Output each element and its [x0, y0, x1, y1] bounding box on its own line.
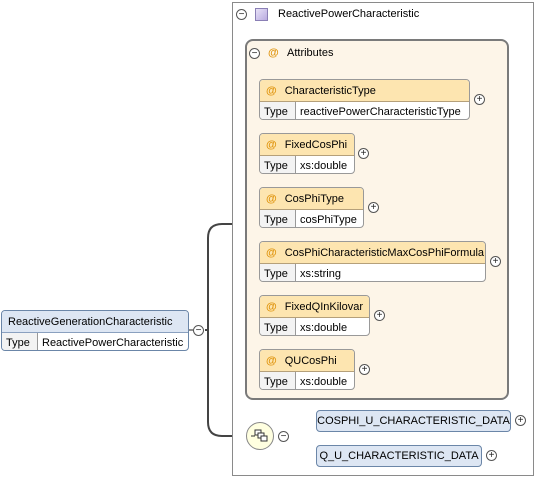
plus-icon: + [370, 202, 377, 213]
minus-icon: − [280, 431, 287, 442]
attribute-type-label: Type [260, 102, 296, 119]
child-expand-toggle[interactable]: + [515, 415, 526, 426]
attributes-collapse-toggle[interactable]: − [249, 48, 260, 59]
attribute-at-icon: @ [266, 300, 277, 313]
attribute-expand-toggle[interactable]: + [374, 310, 385, 321]
attributes-at-icon: @ [268, 47, 279, 59]
attribute-type-row: Type xs:string [260, 264, 485, 281]
root-element-type-row: Type ReactivePowerCharacteristic [2, 333, 188, 350]
attribute-at-icon: @ [266, 246, 277, 259]
plus-icon: + [517, 415, 524, 426]
plus-icon: + [488, 450, 495, 461]
attribute-at-icon: @ [266, 192, 277, 205]
attribute-type-value: xs:double [300, 159, 348, 172]
complex-type-icon [255, 8, 268, 21]
attribute-name: CharacteristicType [284, 84, 376, 97]
attribute-box[interactable]: @ CosPhiCharacteristicMaxCosPhiFormula Ty… [259, 241, 486, 282]
attribute-type-label: Type [260, 264, 296, 281]
attribute-type-value: reactivePowerCharacteristicType [300, 105, 461, 118]
child-expand-toggle[interactable]: + [486, 450, 497, 461]
sequence-icon [251, 429, 268, 442]
plus-icon: + [361, 364, 368, 375]
attribute-header: @ CharacteristicType [260, 80, 469, 102]
attribute-header: @ FixedCosPhi [260, 134, 354, 156]
attribute-box[interactable]: @ FixedCosPhi Type xs:double [259, 133, 355, 174]
plus-icon: + [360, 148, 367, 159]
root-element-name: ReactiveGenerationCharacteristic [2, 311, 188, 333]
minus-icon: − [238, 9, 245, 20]
attribute-at-icon: @ [266, 354, 277, 367]
attribute-header: @ QUCosPhi [260, 350, 354, 372]
attribute-type-value: cosPhiType [300, 213, 357, 226]
attribute-type-value: xs:double [300, 375, 348, 388]
root-element[interactable]: ReactiveGenerationCharacteristic Type Re… [1, 310, 189, 351]
attribute-name: CosPhiType [284, 192, 345, 205]
attribute-type-label: Type [260, 156, 296, 173]
child-element[interactable]: Q_U_CHARACTERISTIC_DATA [316, 445, 482, 467]
attribute-expand-toggle[interactable]: + [358, 148, 369, 159]
attribute-type-row: Type reactivePowerCharacteristicType [260, 102, 469, 119]
attribute-expand-toggle[interactable]: + [368, 202, 379, 213]
attribute-name: CosPhiCharacteristicMaxCosPhiFormula [284, 246, 485, 259]
attribute-type-label: Type [260, 318, 296, 335]
root-collapse-toggle[interactable]: − [193, 325, 204, 336]
attribute-type-value: xs:string [300, 267, 341, 280]
attributes-group-label: Attributes [287, 47, 334, 59]
complex-type-name: ReactivePowerCharacteristic [278, 8, 420, 20]
attribute-type-value: xs:double [300, 321, 348, 334]
attribute-type-row: Type cosPhiType [260, 210, 363, 227]
attribute-box[interactable]: @ CosPhiType Type cosPhiType [259, 187, 364, 228]
attribute-type-row: Type xs:double [260, 318, 369, 335]
minus-icon: − [251, 48, 258, 59]
plus-icon: + [476, 94, 483, 105]
attribute-name: FixedQInKilovar [284, 300, 363, 313]
child-element[interactable]: COSPHI_U_CHARACTERISTIC_DATA [316, 410, 511, 432]
attribute-type-row: Type xs:double [260, 156, 354, 173]
attribute-name: QUCosPhi [284, 354, 337, 367]
attribute-at-icon: @ [266, 84, 277, 97]
sequence-compositor[interactable] [246, 422, 274, 450]
attribute-type-label: Type [260, 210, 296, 227]
root-type-label: Type [2, 333, 38, 350]
attribute-type-row: Type xs:double [260, 372, 354, 389]
attribute-header: @ CosPhiType [260, 188, 363, 210]
root-type-value: ReactivePowerCharacteristic [42, 336, 184, 349]
minus-icon: − [195, 325, 202, 336]
plus-icon: + [376, 310, 383, 321]
attribute-at-icon: @ [266, 138, 277, 151]
attribute-box[interactable]: @ FixedQInKilovar Type xs:double [259, 295, 370, 336]
plus-icon: + [492, 256, 499, 267]
attribute-expand-toggle[interactable]: + [474, 94, 485, 105]
attribute-expand-toggle[interactable]: + [490, 256, 501, 267]
attribute-header: @ FixedQInKilovar [260, 296, 369, 318]
attribute-name: FixedCosPhi [284, 138, 348, 151]
attribute-header: @ CosPhiCharacteristicMaxCosPhiFormula [260, 242, 485, 264]
attribute-type-label: Type [260, 372, 296, 389]
attribute-expand-toggle[interactable]: + [359, 364, 370, 375]
attribute-box[interactable]: @ CharacteristicType Type reactivePowerCha… [259, 79, 470, 120]
attribute-box[interactable]: @ QUCosPhi Type xs:double [259, 349, 355, 390]
sequence-collapse-toggle[interactable]: − [278, 431, 289, 442]
complex-type-collapse-toggle[interactable]: − [236, 9, 247, 20]
